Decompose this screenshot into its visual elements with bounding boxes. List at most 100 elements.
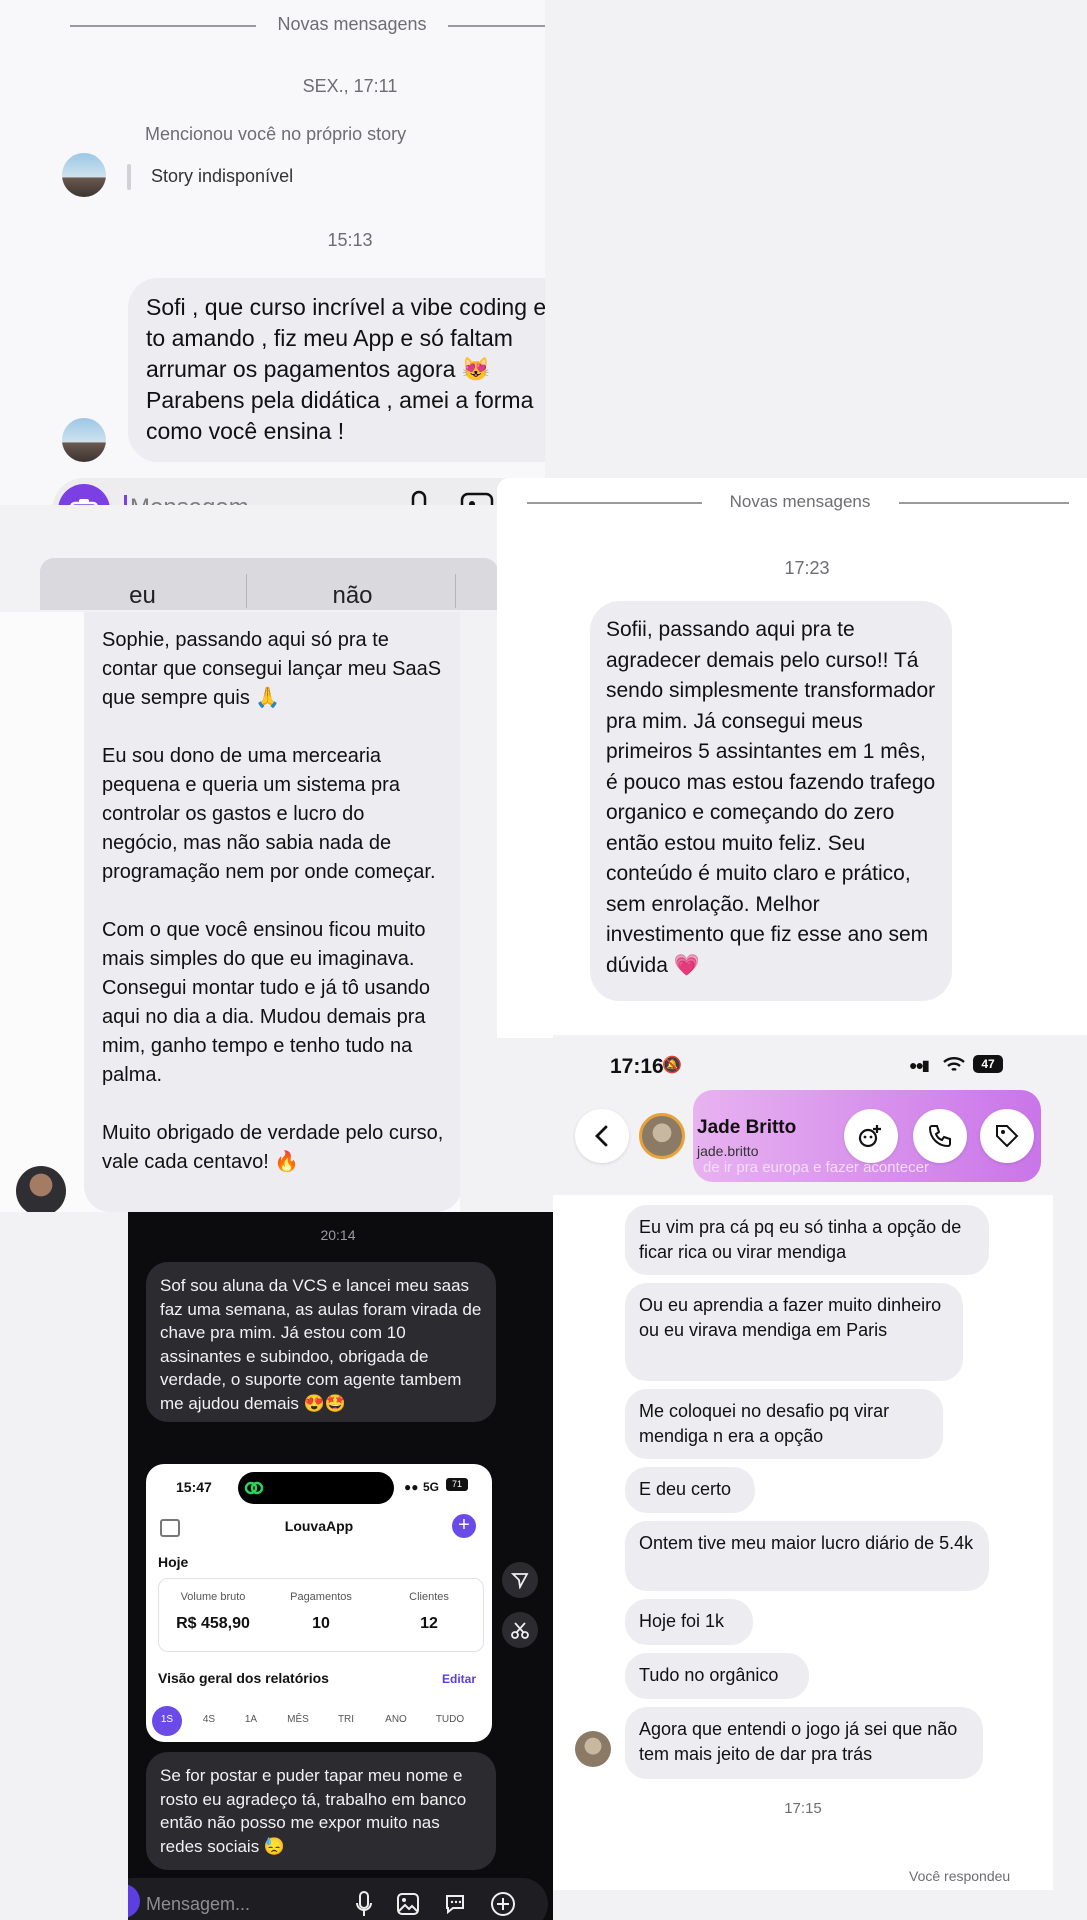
message-text: Sof sou aluna da VCS e lancei meu saas f…: [160, 1276, 482, 1413]
message-bubble[interactable]: Agora que entendi o jogo já sei que não …: [625, 1707, 983, 1779]
message-text: Ontem tive meu maior lucro diário de 5.4…: [639, 1533, 974, 1553]
message-text: E deu certo: [639, 1479, 732, 1499]
range-option[interactable]: 4S: [194, 1714, 224, 1725]
app-title: LouvaApp: [284, 1518, 354, 1534]
message-input[interactable]: Mensagem...: [130, 494, 269, 505]
suggestion-divider: [455, 574, 456, 608]
status-time: 15:47: [176, 1479, 212, 1495]
sticker-icon[interactable]: [443, 1892, 467, 1916]
stat-value: 10: [312, 1615, 330, 1632]
dynamic-island: [238, 1472, 394, 1504]
react-button[interactable]: [502, 1612, 538, 1648]
send-icon: [511, 1573, 529, 1589]
message-paragraph: Muito obrigado de verdade pelo curso, va…: [102, 1122, 444, 1173]
message-bubble[interactable]: Hoje foi 1k: [625, 1599, 753, 1645]
chevron-left-icon: [595, 1125, 608, 1147]
stat-value: R$ 458,90: [176, 1615, 250, 1632]
avatar: [62, 418, 106, 462]
time-stamp: 15:13: [327, 230, 373, 250]
message-text: Tudo no orgânico: [639, 1665, 779, 1685]
message-bubble[interactable]: Ontem tive meu maior lucro diário de 5.4…: [625, 1521, 989, 1591]
section-title: Hoje: [158, 1554, 189, 1570]
wifi-icon: [943, 1057, 965, 1072]
avatar[interactable]: [639, 1113, 685, 1159]
time-stamp: 17:15: [784, 1800, 822, 1817]
message-bubble[interactable]: Me coloquei no desafio pq virar mendiga …: [625, 1389, 943, 1459]
share-button[interactable]: [502, 1562, 538, 1598]
chat-panel-3: Novas mensagens 17:23 Sofii, passando aq…: [497, 478, 1087, 1038]
tag-button[interactable]: [980, 1109, 1034, 1163]
signal-icon: ●●: [404, 1480, 419, 1494]
range-option[interactable]: MÊS: [278, 1714, 318, 1725]
add-icon[interactable]: [490, 1891, 516, 1917]
range-option[interactable]: ANO: [376, 1714, 416, 1725]
suggestion-divider: [246, 574, 247, 608]
status-time: 17:16: [610, 1055, 664, 1078]
battery-icon: 47: [973, 1055, 1003, 1073]
stat-label: Clientes: [409, 1591, 449, 1603]
message-bubble[interactable]: Tudo no orgânico: [625, 1653, 809, 1699]
network-label: 5G: [423, 1480, 440, 1494]
chat-panel-4: 20:14 Sof sou aluna da VCS e lancei meu …: [128, 1212, 553, 1920]
add-button[interactable]: +: [452, 1514, 476, 1538]
suggestion-word[interactable]: não: [250, 582, 455, 610]
chat-panel-5: 17:16 🔕 ●●▮ 47 de ir pra europa e fazer …: [553, 1035, 1087, 1920]
avatar: [62, 153, 106, 197]
gallery-icon[interactable]: [460, 492, 494, 505]
phone-icon: [928, 1125, 951, 1148]
video-call-button[interactable]: [844, 1109, 898, 1163]
reply-snippet: de ir pra europa e fazer acontecer: [703, 1159, 929, 1176]
replied-label: Você respondeu: [909, 1868, 1011, 1884]
message-bubble[interactable]: E deu certo: [625, 1467, 755, 1513]
message-text: Sofi , que curso incrível a vibe coding …: [146, 294, 545, 444]
edit-link[interactable]: Editar: [442, 1672, 476, 1686]
message-bubble[interactable]: Sofi , que curso incrível a vibe coding …: [128, 278, 545, 462]
mute-icon: 🔕: [662, 1057, 682, 1074]
message-text: Hoje foi 1k: [639, 1611, 725, 1631]
message-bubble[interactable]: Ou eu aprendia a fazer muito dinheiro ou…: [625, 1283, 963, 1381]
range-option[interactable]: 1A: [236, 1714, 266, 1725]
stat-label: Pagamentos: [290, 1591, 352, 1603]
message-text: Agora que entendi o jogo já sei que não …: [639, 1719, 958, 1764]
message-paragraph: Eu sou dono de uma mercearia pequena e q…: [102, 745, 436, 883]
stats-card: Volume bruto R$ 458,90 Pagamentos 10 Cli…: [158, 1578, 484, 1652]
message-bubble[interactable]: Eu vim pra cá pq eu só tinha a opção de …: [625, 1205, 989, 1275]
message-text: Ou eu aprendia a fazer muito dinheiro ou…: [639, 1295, 942, 1340]
range-option[interactable]: TRI: [326, 1714, 366, 1725]
chat-panel-1: Novas mensagens SEX., 17:11 Mencionou vo…: [0, 0, 545, 505]
suggestion-word[interactable]: eu: [40, 582, 245, 610]
contact-name[interactable]: Jade Britto: [697, 1117, 796, 1139]
microphone-icon[interactable]: [404, 490, 434, 505]
time-stamp: 17:23: [784, 558, 830, 578]
chat-panel-2: Sophie, passando aqui só pra te contar q…: [0, 612, 460, 1212]
back-button[interactable]: [575, 1109, 629, 1163]
avatar: [575, 1731, 611, 1767]
link-icon: [244, 1481, 264, 1495]
shared-screenshot[interactable]: 15:47 ●● 5G 71 LouvaApp + Hoje Volume br…: [146, 1464, 492, 1742]
message-text: Eu vim pra cá pq eu só tinha a opção de …: [639, 1217, 962, 1262]
stat-label: Volume bruto: [180, 1591, 246, 1603]
message-bubble[interactable]: Se for postar e puder tapar meu nome e r…: [146, 1752, 496, 1870]
new-messages-divider: Novas mensagens: [277, 14, 427, 34]
story-unavailable[interactable]: Story indisponível: [151, 166, 293, 187]
range-option[interactable]: TUDO: [428, 1714, 472, 1725]
message-input[interactable]: Mensagem...: [146, 1894, 250, 1915]
avatar: [16, 1166, 66, 1212]
story-quote-bar: [127, 164, 131, 190]
scissors-icon: [511, 1622, 529, 1639]
message-bubble[interactable]: Sofii, passando aqui pra te agradecer de…: [590, 601, 952, 1001]
message-bubble[interactable]: Sophie, passando aqui só pra te contar q…: [84, 612, 460, 1212]
store-icon[interactable]: [160, 1519, 180, 1537]
range-option[interactable]: 1S: [152, 1714, 182, 1725]
gallery-icon[interactable]: [396, 1892, 420, 1916]
message-paragraph: Sophie, passando aqui só pra te contar q…: [102, 629, 442, 709]
effects-icon: [858, 1125, 881, 1148]
date-stamp: SEX., 17:11: [302, 76, 398, 96]
stat-value: 12: [420, 1615, 438, 1632]
call-button[interactable]: [913, 1109, 967, 1163]
text-caret: [124, 495, 127, 505]
new-messages-divider: Novas mensagens: [729, 492, 871, 511]
message-bubble[interactable]: Sof sou aluna da VCS e lancei meu saas f…: [146, 1262, 496, 1422]
microphone-icon[interactable]: [354, 1890, 374, 1918]
reports-title: Visão geral dos relatórios: [158, 1670, 329, 1686]
